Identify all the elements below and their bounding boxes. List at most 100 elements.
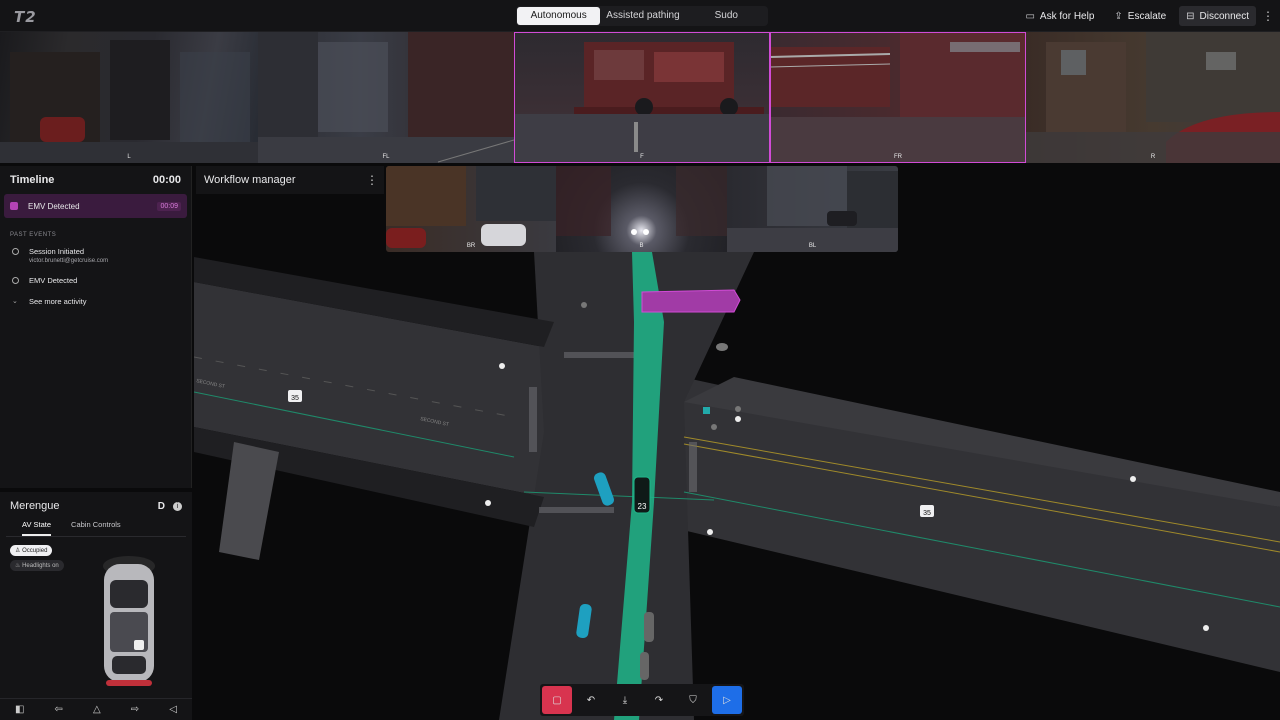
- camera-back-feed: [556, 166, 727, 236]
- past-event-label: EMV Detected: [29, 276, 78, 285]
- go-button[interactable]: ▷: [712, 686, 742, 714]
- ask-for-help-label: Ask for Help: [1039, 10, 1095, 22]
- download-icon: ⤓: [622, 694, 628, 706]
- vehicle-name: Merengue: [10, 500, 60, 512]
- header-actions: ▭ Ask for Help ⇪ Escalate ⊟ Disconnect ⋮: [1018, 6, 1274, 26]
- hazard-icon[interactable]: △: [93, 704, 101, 715]
- vehicle-panel: Merengue D i AV State Cabin Controls ♙ O…: [0, 492, 192, 720]
- tab-cabin-controls[interactable]: Cabin Controls: [71, 520, 121, 536]
- gear-indicator: D: [157, 500, 165, 512]
- camera-front-left[interactable]: FL: [258, 32, 514, 163]
- stop-icon: ▢: [552, 694, 562, 706]
- past-event-sub: victor.brunetti@getcruise.com: [29, 258, 109, 264]
- arrow-left-icon[interactable]: ⇦: [55, 704, 63, 715]
- mode-autonomous[interactable]: Autonomous: [517, 7, 601, 25]
- speed-limit-sign: 35: [291, 395, 299, 402]
- timeline-clock: 00:00: [152, 174, 181, 186]
- camera-front[interactable]: F: [514, 32, 770, 163]
- past-event[interactable]: Session Initiated victor.brunetti@getcru…: [0, 244, 191, 267]
- camera-label-br: BR: [466, 243, 476, 249]
- past-event[interactable]: EMV Detected: [0, 273, 191, 288]
- disconnect-label: Disconnect: [1199, 10, 1249, 22]
- see-more-label: See more activity: [29, 297, 87, 306]
- tracked-object: [703, 407, 710, 414]
- horn-icon[interactable]: ◁: [169, 704, 177, 715]
- current-event-label: EMV Detected: [28, 201, 80, 211]
- front-camera-strip: L FL F FR R: [0, 32, 1280, 163]
- camera-front-right[interactable]: FR: [770, 32, 1026, 163]
- disconnect-button[interactable]: ⊟ Disconnect: [1179, 6, 1256, 26]
- map-backdrop-left: [194, 194, 386, 252]
- person-icon: ♙: [15, 548, 21, 554]
- camera-front-right-feed: [770, 32, 1026, 163]
- disconnect-icon: ⊟: [1186, 10, 1195, 22]
- shield-icon: ⛉: [689, 694, 697, 706]
- camera-back-right[interactable]: BR: [386, 166, 556, 252]
- headlights-badge: ♨ Headlights on: [10, 560, 64, 571]
- info-icon[interactable]: i: [173, 501, 182, 511]
- vehicle-header: Merengue D i: [0, 492, 192, 516]
- see-more-activity[interactable]: ⌄ See more activity: [0, 294, 191, 309]
- camera-back-right-feed: [386, 166, 556, 248]
- camera-label-bl: BL: [808, 243, 817, 249]
- map-view[interactable]: 23 35 35 SECOND ST SECOND ST: [194, 252, 1280, 720]
- mode-assisted-pathing[interactable]: Assisted pathing: [601, 6, 684, 26]
- timeline-header: Timeline 00:00: [0, 166, 191, 194]
- camera-left-feed: [0, 40, 258, 163]
- left-indicator-icon[interactable]: ◧: [15, 704, 24, 715]
- workflow-menu-icon[interactable]: ⋮: [366, 173, 378, 187]
- event-dot-icon: [12, 248, 19, 255]
- camera-label-fl: FL: [382, 154, 390, 160]
- past-event-label: Session Initiated: [29, 247, 85, 256]
- undo-button[interactable]: ↶: [576, 686, 606, 714]
- app-logo: T2: [14, 8, 37, 26]
- camera-front-left-feed: [258, 32, 514, 163]
- camera-left[interactable]: L: [0, 32, 258, 163]
- escalate-button[interactable]: ⇪ Escalate: [1107, 6, 1173, 26]
- vehicle-controls: ◧ ⇦ △ ⇨ ◁: [0, 698, 192, 720]
- redo-button[interactable]: ↷: [644, 686, 674, 714]
- arrow-right-icon[interactable]: ⇨: [131, 704, 139, 715]
- driving-controls: ▢ ↶ ⤓ ↷ ⛉ ▷: [540, 684, 744, 716]
- camera-front-feed: [514, 42, 770, 163]
- tab-av-state[interactable]: AV State: [22, 520, 52, 536]
- camera-back-left[interactable]: BL: [727, 166, 898, 252]
- vehicle-top-view: [103, 556, 155, 686]
- mode-switcher: Autonomous Assisted pathing Sudo: [516, 6, 768, 26]
- chat-icon: ▭: [1025, 10, 1035, 22]
- occupied-badge: ♙ Occupied: [10, 545, 53, 556]
- headlights-label: Headlights on: [22, 563, 59, 569]
- ask-for-help-button[interactable]: ▭ Ask for Help: [1018, 6, 1101, 26]
- camera-right-feed: [1026, 32, 1280, 163]
- chevron-down-icon: ⌄: [12, 298, 18, 305]
- camera-label-r: R: [1150, 154, 1156, 160]
- camera-label-b: B: [639, 243, 644, 249]
- workflow-title: Workflow manager: [204, 174, 296, 186]
- escalate-label: Escalate: [1127, 10, 1167, 22]
- mode-sudo[interactable]: Sudo: [685, 6, 768, 26]
- redo-icon: ↷: [654, 694, 664, 706]
- speed-limit-sign: 35: [923, 510, 931, 517]
- escalate-icon: ⇪: [1114, 10, 1123, 22]
- stop-button[interactable]: ▢: [542, 686, 572, 714]
- parked-vehicle: [640, 652, 649, 680]
- timeline-panel: Timeline 00:00 EMV Detected 00:09 PAST E…: [0, 166, 192, 488]
- current-event[interactable]: EMV Detected 00:09: [4, 194, 187, 218]
- camera-label-fr: FR: [894, 154, 902, 160]
- current-event-time: 00:09: [157, 201, 181, 211]
- download-button[interactable]: ⤓: [610, 686, 640, 714]
- occupied-label: Occupied: [22, 548, 48, 554]
- top-bar: T2 Autonomous Assisted pathing Sudo ▭ As…: [0, 0, 1280, 32]
- stopwatch-icon: [12, 277, 19, 284]
- ego-vehicle-number: 23: [638, 502, 647, 511]
- camera-label-f: F: [640, 154, 644, 160]
- undo-icon: ↶: [586, 694, 596, 706]
- shield-button[interactable]: ⛉: [678, 686, 708, 714]
- more-options-icon[interactable]: ⋮: [1262, 9, 1274, 23]
- emv-vehicle: [641, 289, 741, 313]
- headlight-icon: ♨: [15, 563, 21, 569]
- camera-back[interactable]: B: [556, 166, 727, 252]
- workflow-manager: Workflow manager ⋮: [196, 166, 384, 194]
- camera-right[interactable]: R: [1026, 32, 1280, 163]
- vehicle-tabs: AV State Cabin Controls: [6, 516, 186, 537]
